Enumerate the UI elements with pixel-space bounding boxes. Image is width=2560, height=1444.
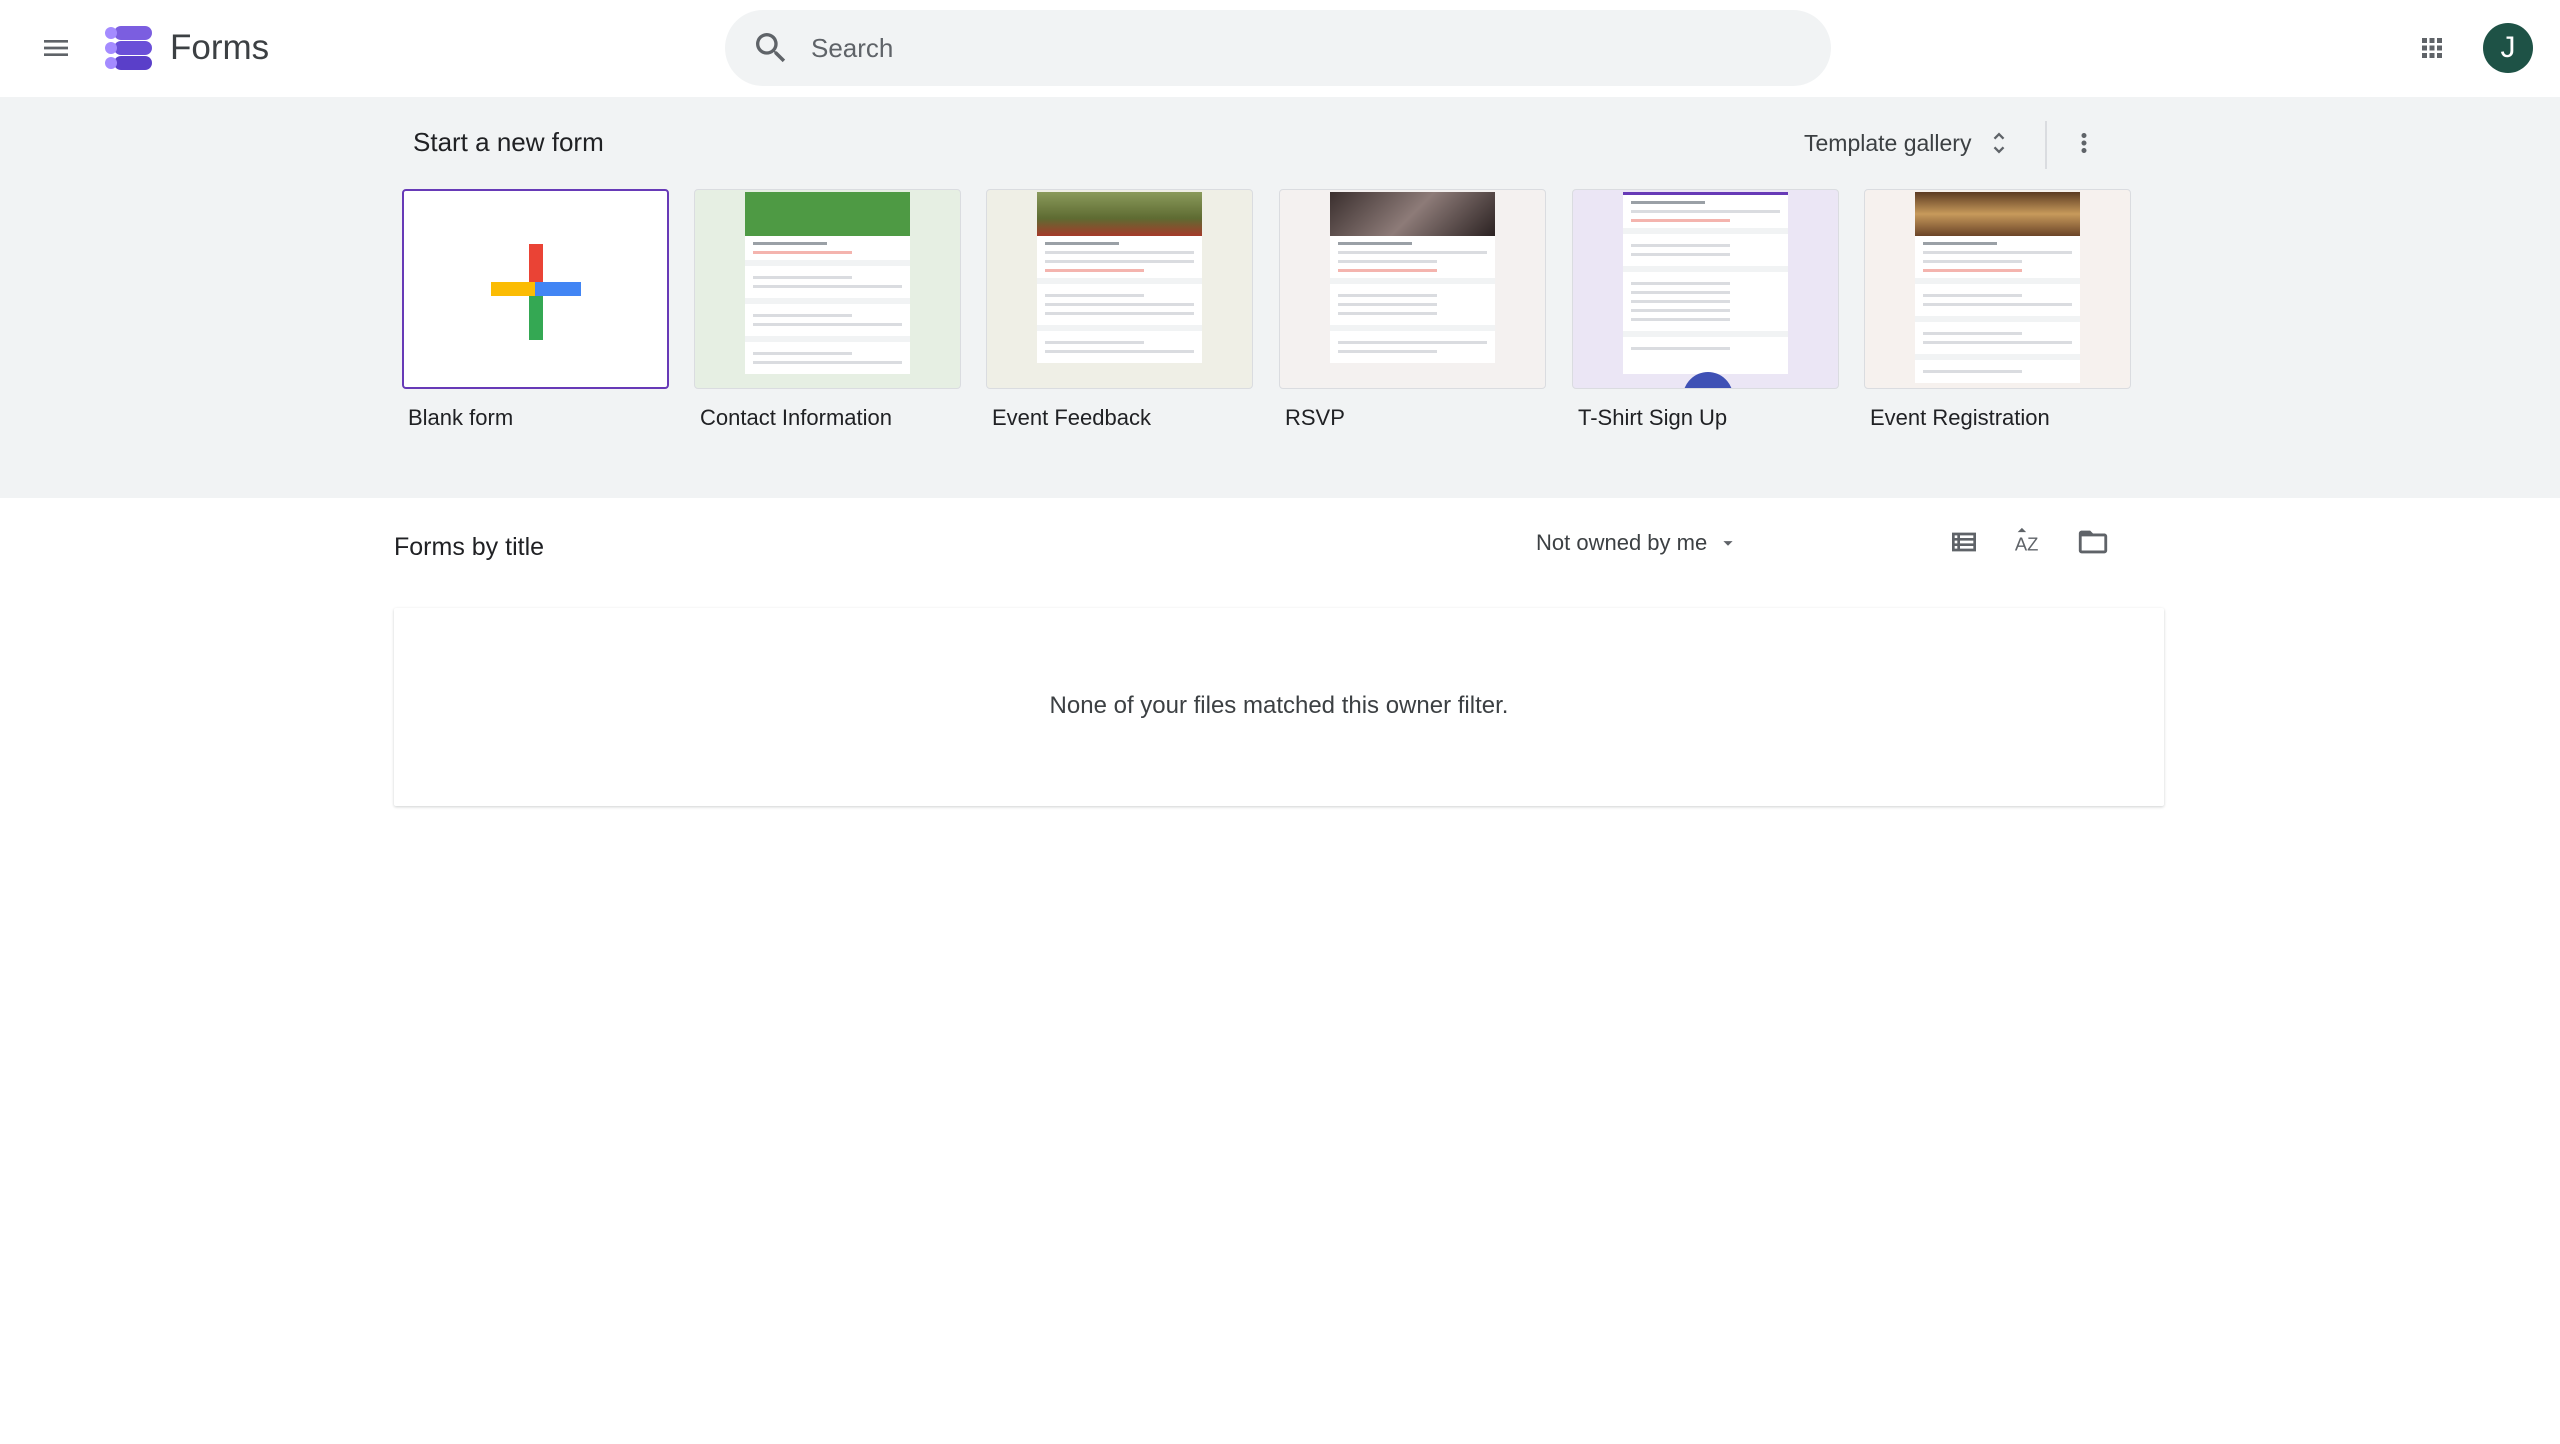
owner-filter-label: Not owned by me — [1536, 530, 1708, 555]
template-preview — [745, 192, 910, 374]
folder-icon — [2078, 530, 2108, 554]
template-label: Contact Information — [700, 405, 892, 430]
template-event-feedback[interactable]: Event Feedback — [986, 189, 1253, 431]
tshirt-illustration — [1683, 372, 1733, 388]
template-blank-form[interactable]: Blank form — [402, 189, 669, 431]
account-avatar[interactable]: J — [2483, 23, 2533, 73]
template-rsvp[interactable]: RSVP — [1279, 189, 1546, 431]
template-label: Event Registration — [1870, 405, 2050, 430]
template-thumbnail[interactable] — [694, 189, 961, 389]
template-thumbnail[interactable] — [1572, 189, 1839, 389]
empty-state-message: None of your files matched this owner fi… — [1049, 692, 1509, 719]
sort-az-icon: AZ — [2015, 527, 2039, 555]
more-vert-icon — [2081, 133, 2087, 153]
svg-text:AZ: AZ — [2015, 534, 2039, 555]
list-view-icon — [1952, 532, 1976, 552]
forms-logo-icon — [105, 26, 152, 70]
google-apps-button[interactable] — [2408, 24, 2456, 72]
template-label: T-Shirt Sign Up — [1578, 405, 1728, 430]
dropdown-arrow-icon — [1723, 541, 1733, 546]
hamburger-menu-icon — [44, 40, 68, 56]
template-tshirt-sign-up[interactable]: T-Shirt Sign Up — [1572, 189, 1839, 431]
template-label: RSVP — [1285, 405, 1345, 430]
start-new-form-heading: Start a new form — [413, 127, 604, 157]
template-thumbnail[interactable] — [986, 189, 1253, 389]
forms-logo[interactable] — [100, 20, 156, 76]
list-view-button[interactable] — [1940, 518, 1988, 566]
main-menu-button[interactable] — [24, 16, 88, 80]
colorful-plus-icon — [491, 244, 581, 340]
search-input[interactable] — [811, 10, 1791, 86]
top-app-bar: Forms J — [0, 0, 2560, 96]
template-gallery-label: Template gallery — [1804, 129, 1972, 156]
template-preview — [1330, 192, 1495, 363]
app-name[interactable]: Forms — [170, 26, 269, 70]
template-preview — [1623, 192, 1788, 374]
template-section: Start a new form Template gallery Blank … — [0, 97, 2560, 498]
forms-list-title: Forms by title — [394, 533, 545, 561]
open-file-picker-button[interactable] — [2069, 518, 2117, 566]
template-event-registration[interactable]: Event Registration — [1864, 189, 2131, 431]
template-thumbnail[interactable] — [1864, 189, 2131, 389]
empty-state-card: None of your files matched this owner fi… — [394, 608, 2164, 806]
toolbar-divider — [2045, 121, 2047, 169]
template-contact-information[interactable]: Contact Information — [694, 189, 961, 431]
more-options-button[interactable] — [2058, 117, 2110, 169]
template-label: Event Feedback — [992, 405, 1151, 430]
template-thumbnail[interactable] — [402, 189, 669, 389]
template-label: Blank form — [408, 405, 514, 430]
owner-filter-dropdown[interactable]: Not owned by me — [1536, 526, 1739, 560]
search-icon[interactable] — [751, 28, 791, 68]
sort-button[interactable]: AZ — [2005, 518, 2053, 566]
unfold-more-icon — [1994, 132, 2005, 154]
template-thumbnail[interactable] — [1279, 189, 1546, 389]
apps-grid-icon — [2422, 38, 2442, 58]
template-preview — [1915, 192, 2080, 383]
template-preview — [1037, 192, 1202, 363]
template-gallery-button[interactable]: Template gallery — [1790, 117, 2025, 169]
search-bar[interactable] — [725, 10, 1831, 86]
